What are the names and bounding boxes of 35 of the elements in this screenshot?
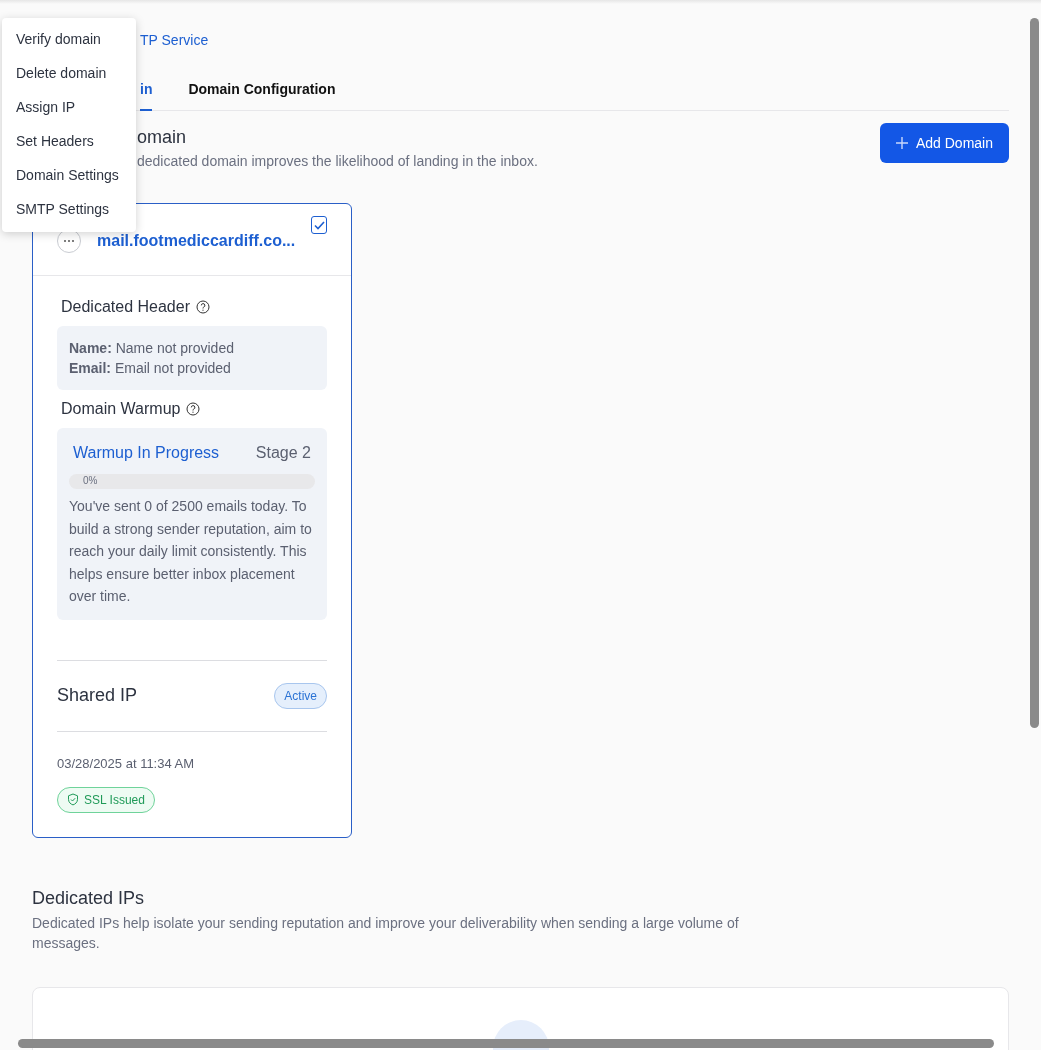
- add-domain-button[interactable]: Add Domain: [879, 123, 1009, 163]
- status-badge: Active: [274, 682, 327, 709]
- breadcrumb-link[interactable]: TP Service: [140, 32, 209, 48]
- plus-icon: [895, 137, 908, 149]
- horizontal-scrollbar-thumb[interactable]: [18, 1039, 994, 1048]
- checkbox[interactable]: [311, 216, 327, 234]
- section-subtitle: dedicated domain improves the likelihood of landing in the inbox.: [137, 153, 538, 169]
- menu-item[interactable]: Set Headers: [2, 124, 136, 158]
- menu-item[interactable]: Verify domain: [2, 22, 136, 56]
- header-name-text: Name: Name not provided: [69, 339, 235, 358]
- dedicated-header-label: Dedicated Header: [61, 298, 190, 316]
- help-icon[interactable]: [186, 402, 201, 416]
- menu-item[interactable]: Domain Settings: [2, 158, 136, 192]
- ip-type-label: Shared IP: [57, 685, 138, 706]
- warmup-stage: Stage 2: [255, 444, 311, 462]
- domain-link[interactable]: mail.footmediccardiff.co...: [97, 231, 296, 250]
- created-date: 03/28/2025 at 11:34 AM: [57, 755, 196, 771]
- ssl-badge: SSL Issued: [57, 786, 155, 813]
- dedicated-ips-description: Dedicated IPs help isolate your sending reputation and improve your deliverability when sending a large volume of messages.: [32, 913, 740, 953]
- section-title: omain: [137, 127, 188, 148]
- tab[interactable]: in: [140, 81, 153, 111]
- vertical-scrollbar-thumb[interactable]: [1030, 18, 1039, 728]
- progress-percent: 0%: [83, 475, 98, 486]
- menu-item[interactable]: Assign IP: [2, 90, 136, 124]
- menu-item[interactable]: SMTP Settings: [2, 192, 136, 226]
- ellipsis-icon: [63, 238, 75, 243]
- domain-warmup-label: Domain Warmup: [61, 400, 181, 418]
- dedicated-ips-title: Dedicated IPs: [32, 887, 146, 909]
- header-email-text: Email: Email not provided: [69, 359, 232, 378]
- menu-item[interactable]: Delete domain: [2, 56, 136, 90]
- help-icon[interactable]: [195, 300, 210, 314]
- warmup-status: Warmup In Progress: [73, 444, 220, 462]
- tab[interactable]: Domain Configuration: [188, 81, 336, 111]
- warmup-description: You've sent 0 of 2500 emails today. To build a strong sender reputation, aim to reach your daily limit consistently. This helps ensure better inbox placement over time.: [69, 497, 313, 606]
- shield-check-icon: [67, 793, 79, 806]
